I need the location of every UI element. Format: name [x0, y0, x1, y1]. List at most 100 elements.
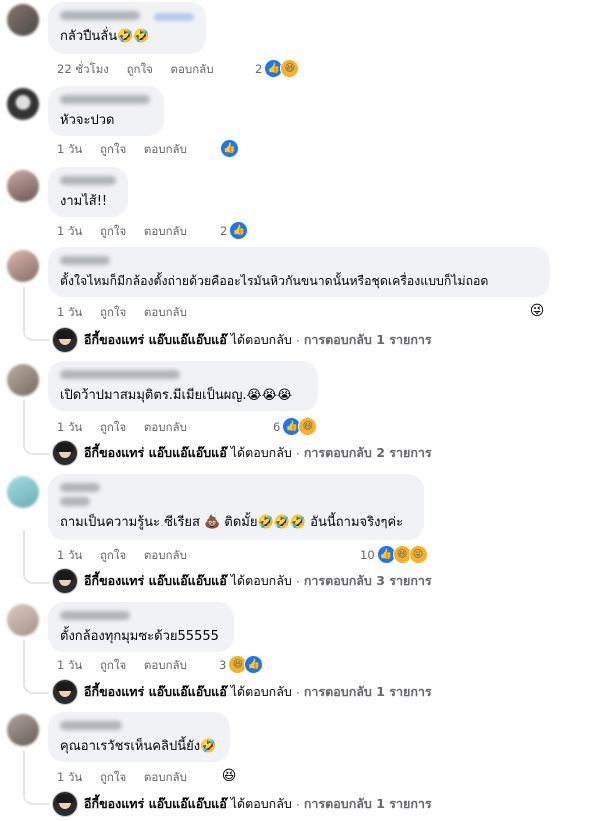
avatar[interactable]: [7, 250, 39, 282]
like-link[interactable]: ถูกใจ: [100, 770, 126, 784]
reply-link[interactable]: ตอบกลับ: [144, 224, 187, 238]
like-link[interactable]: ถูกใจ: [100, 305, 126, 319]
avatar[interactable]: [7, 476, 39, 508]
comment-bubble: กลัวปืนลั่น🤣🤣: [48, 2, 206, 54]
comment-actions: 1 วัน ถูกใจ ตอบกลับ: [57, 141, 201, 159]
reaction-summary[interactable]: 2 👍 😆: [255, 59, 300, 78]
thread-connector: [23, 530, 49, 584]
reply-link[interactable]: ตอบกลับ: [144, 305, 187, 319]
laughing-face-icon: 😆: [298, 417, 318, 436]
author-name-blurred[interactable]: [60, 95, 150, 104]
reply-link[interactable]: ตอบกลับ: [171, 62, 214, 76]
reply-count: การตอบกลับ 1 รายการ: [303, 796, 432, 811]
thread-connector: [23, 751, 49, 805]
thumbs-up-icon: 👍: [220, 139, 239, 158]
comment-bubble: งามไส้!!: [48, 167, 128, 217]
replies-summary[interactable]: อีกี้ของแทร่ แอ๊บแอ๊แอ๊บแอ๊ ได้ตอบกลับ ·…: [52, 327, 432, 353]
comment-text: ตั้งใจไหมก็มีกล้องตั้งถ่ายด้วยคืออะไรมัน…: [60, 274, 489, 288]
like-link[interactable]: ถูกใจ: [100, 420, 126, 434]
like-link[interactable]: ถูกใจ: [100, 658, 126, 672]
reaction-count: 3: [219, 657, 227, 672]
comment-bubble: หัวจะปวด: [48, 86, 164, 136]
tongue-face-icon[interactable]: 😜: [528, 302, 546, 320]
comment-bubble: ถามเป็นความรู้นะ ซีเรียส 💩 ติดมั้ย🤣🤣🤣 อั…: [48, 474, 424, 540]
author-name-blurred[interactable]: [60, 256, 110, 265]
reply-link[interactable]: ตอบกลับ: [144, 420, 187, 434]
author-subtitle-blurred: [60, 497, 90, 506]
reply-avatar: [52, 327, 78, 353]
like-link[interactable]: ถูกใจ: [127, 62, 153, 76]
comment-time[interactable]: 22 ชั่วโมง: [57, 62, 109, 76]
comment-actions: 1 วัน ถูกใจ ตอบกลับ: [57, 769, 201, 787]
replies-summary[interactable]: อีกี้ของแทร่ แอ๊บแอ๊แอ๊บแอ๊ ได้ตอบกลับ ·…: [52, 568, 432, 594]
like-link[interactable]: ถูกใจ: [100, 142, 126, 156]
reaction-summary[interactable]: 10 👍 😆 😜: [360, 545, 428, 564]
comment-time[interactable]: 1 วัน: [57, 770, 82, 784]
author-name-blurred[interactable]: [60, 176, 116, 185]
laughing-face-icon: 😆: [280, 59, 300, 78]
reply-action-text: ได้ตอบกลับ: [230, 684, 292, 699]
comment-time[interactable]: 1 วัน: [57, 658, 82, 672]
comment-actions: 1 วัน ถูกใจ ตอบกลับ: [57, 304, 201, 322]
replies-summary[interactable]: อีกี้ของแทร่ แอ๊บแอ๊แอ๊บแอ๊ ได้ตอบกลับ ·…: [52, 679, 432, 705]
comment-bubble: คุณอาเรวัชรเห็นคลิปนี้ยัง🤣: [48, 712, 230, 762]
author-name-blurred[interactable]: [60, 721, 122, 730]
separator-dot: ·: [295, 573, 300, 589]
separator-dot: ·: [295, 445, 300, 461]
avatar[interactable]: [7, 4, 39, 36]
reaction-summary[interactable]: 3 😆 👍: [219, 655, 264, 674]
reaction-count: 10: [360, 547, 375, 562]
thread-connector: [23, 287, 49, 341]
comment-text: ถามเป็นความรู้นะ ซีเรียส 💩 ติดมั้ย🤣🤣🤣 อั…: [60, 515, 404, 530]
laughing-face-icon[interactable]: 😆: [220, 767, 238, 785]
author-name-blurred[interactable]: [60, 370, 180, 379]
reaction-count: 2: [220, 223, 228, 238]
reaction-summary[interactable]: 6 👍 😆: [273, 417, 318, 436]
reply-count: การตอบกลับ 3 รายการ: [303, 573, 432, 588]
comment-text: เปิดว้าปมาสมมุติตร.มีเมียเป็นผญ.😭😭😭: [60, 388, 293, 403]
author-name-blurred[interactable]: [60, 11, 140, 20]
comment-text: งามไส้!!: [60, 194, 108, 209]
reply-action-text: ได้ตอบกลับ: [230, 445, 292, 460]
thread-connector: [23, 641, 49, 694]
reaction-summary[interactable]: 2 👍: [220, 221, 249, 240]
replies-summary[interactable]: อีกี้ของแทร่ แอ๊บแอ๊แอ๊บแอ๊ ได้ตอบกลับ ·…: [52, 791, 432, 817]
comment-actions: 1 วัน ถูกใจ ตอบกลับ: [57, 419, 201, 437]
comment-time[interactable]: 1 วัน: [57, 548, 82, 562]
thread-connector: [23, 401, 49, 455]
reaction-summary[interactable]: 👍: [218, 139, 239, 158]
comment-time[interactable]: 1 วัน: [57, 305, 82, 319]
reply-link[interactable]: ตอบกลับ: [144, 770, 187, 784]
reply-link[interactable]: ตอบกลับ: [144, 548, 187, 562]
reply-author-name: อีกี้ของแทร่ แอ๊บแอ๊แอ๊บแอ๊: [84, 796, 227, 811]
replies-summary[interactable]: อีกี้ของแทร่ แอ๊บแอ๊แอ๊บแอ๊ ได้ตอบกลับ ·…: [52, 440, 432, 466]
reply-count: การตอบกลับ 2 รายการ: [303, 445, 432, 460]
author-name-blurred[interactable]: [60, 483, 100, 492]
avatar[interactable]: [7, 88, 39, 120]
thumbs-up-icon: 👍: [244, 655, 264, 674]
reply-count: การตอบกลับ 1 รายการ: [303, 684, 432, 699]
avatar[interactable]: [7, 364, 39, 396]
reply-count: การตอบกลับ 1 รายการ: [303, 332, 432, 347]
reply-link[interactable]: ตอบกลับ: [144, 658, 187, 672]
comment-actions: 1 วัน ถูกใจ ตอบกลับ: [57, 547, 201, 565]
separator-dot: ·: [295, 796, 300, 812]
comment-bubble: เปิดว้าปมาสมมุติตร.มีเมียเป็นผญ.😭😭😭: [48, 361, 318, 411]
like-link[interactable]: ถูกใจ: [100, 548, 126, 562]
avatar[interactable]: [7, 714, 39, 746]
comment-time[interactable]: 1 วัน: [57, 224, 82, 238]
author-name-blurred[interactable]: [60, 611, 130, 620]
reply-author-name: อีกี้ของแทร่ แอ๊บแอ๊แอ๊บแอ๊: [84, 332, 227, 347]
comment-time[interactable]: 1 วัน: [57, 142, 82, 156]
like-link[interactable]: ถูกใจ: [100, 224, 126, 238]
reply-action-text: ได้ตอบกลับ: [230, 796, 292, 811]
reply-link[interactable]: ตอบกลับ: [144, 142, 187, 156]
author-badge-blurred: [154, 13, 194, 21]
tongue-face-icon: 😜: [408, 545, 428, 564]
avatar[interactable]: [7, 604, 39, 636]
comment-actions: 1 วัน ถูกใจ ตอบกลับ: [57, 223, 201, 241]
comment-time[interactable]: 1 วัน: [57, 420, 82, 434]
thumbs-up-icon: 👍: [229, 221, 249, 240]
reply-avatar: [52, 568, 78, 594]
avatar[interactable]: [7, 170, 39, 202]
